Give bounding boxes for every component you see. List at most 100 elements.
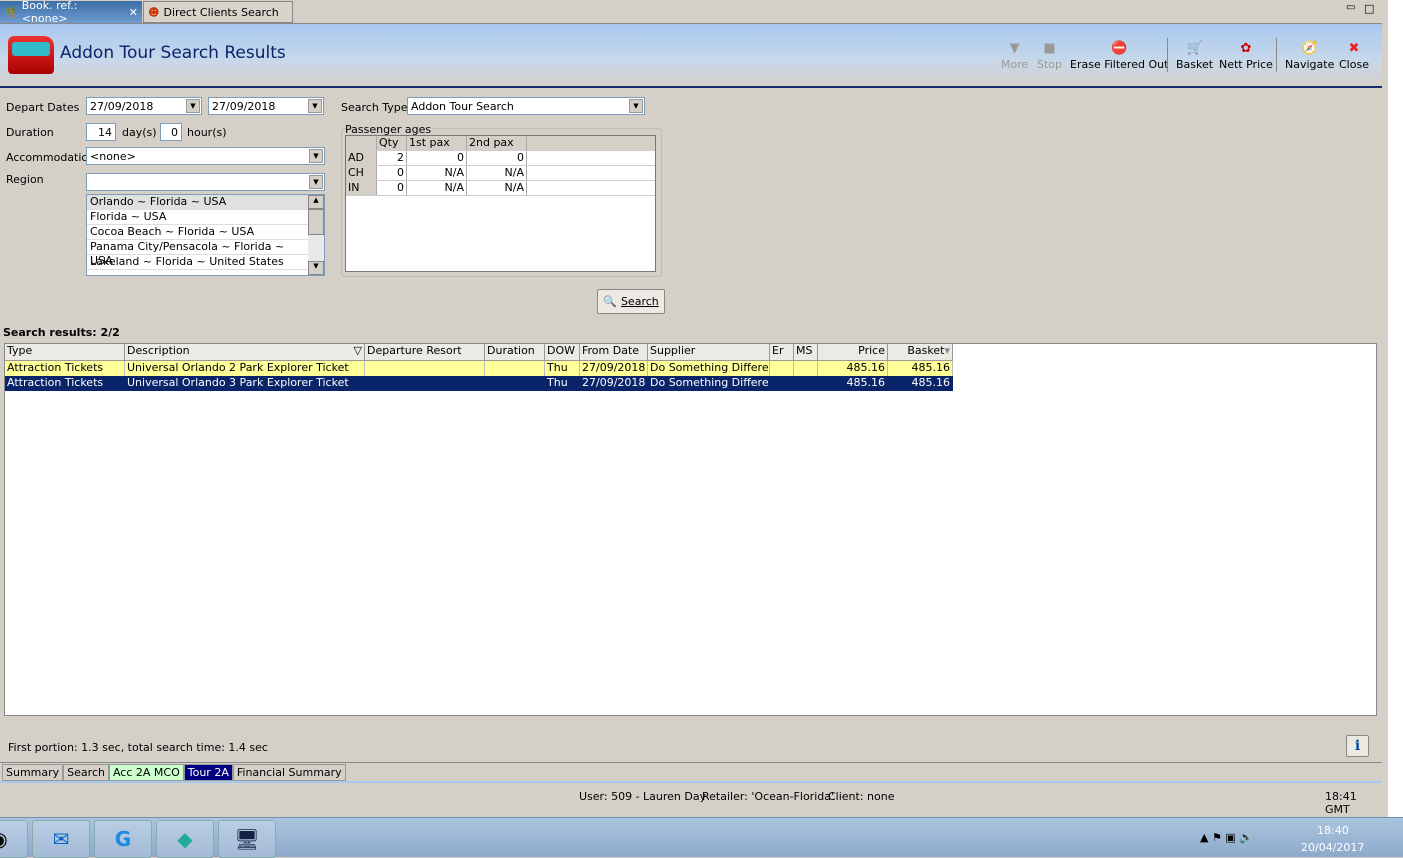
pax-row: CH 0 N/A N/A — [346, 166, 655, 181]
cell-er[interactable] — [770, 376, 794, 391]
cell-dow[interactable]: Thu — [545, 361, 580, 376]
table-header-row[interactable]: Type Description ▽ Departure Resort Duration… — [5, 344, 1376, 361]
restore-button[interactable]: □ — [1364, 2, 1374, 15]
cell-description[interactable]: Universal Orlando 3 Park Explorer Ticket — [125, 376, 365, 391]
search-type-select[interactable]: Addon Tour Search ▼ — [407, 97, 645, 115]
depart-from-field[interactable]: 27/09/2018 ▼ — [86, 97, 202, 115]
list-item[interactable]: Panama City/Pensacola ~ Florida ~ USA — [87, 240, 308, 267]
cell-ms[interactable]: MS — [794, 344, 818, 361]
cell-description[interactable]: Universal Orlando 2 Park Explorer Ticket — [125, 361, 365, 376]
cell-price[interactable]: 485.16 — [818, 376, 888, 391]
background-window — [1382, 0, 1403, 817]
cell-basket[interactable]: Basket▾ — [888, 344, 953, 361]
scroll-down-icon[interactable]: ▼ — [308, 261, 324, 275]
cell-duration[interactable]: Duration — [485, 344, 545, 361]
tray-icons[interactable]: ▲ ⚑ ▣ 🔊 — [1200, 831, 1253, 844]
dropdown-arrow-icon[interactable]: ▼ — [309, 149, 323, 163]
navigate-button[interactable]: 🧭 Navigate — [1285, 40, 1334, 71]
scroll-thumb[interactable] — [308, 209, 324, 235]
clock-time[interactable]: 18:40 — [1317, 824, 1349, 837]
list-item[interactable]: Cocoa Beach ~ Florida ~ USA — [87, 225, 308, 240]
dropdown-arrow-icon[interactable]: ▼ — [186, 99, 200, 113]
filter-icon[interactable]: ▽ — [354, 344, 362, 358]
app-g-icon[interactable]: G — [94, 820, 152, 858]
cell-supplier[interactable]: Do Something Different — [648, 376, 770, 391]
cell-ms[interactable] — [794, 376, 818, 391]
tab-acc-2a-mco[interactable]: Acc 2A MCO — [108, 764, 184, 781]
region-list-scrollbar[interactable]: ▲ ▼ — [308, 195, 324, 275]
list-item[interactable]: Orlando ~ Florida ~ USA — [87, 195, 308, 210]
cell-supplier[interactable]: Do Something Different — [648, 361, 770, 376]
tab-summary[interactable]: Summary — [2, 764, 64, 781]
remote-desktop-icon[interactable]: 🖥 — [218, 820, 276, 858]
tab-direct-clients-search[interactable]: ☻ Direct Clients Search — [143, 1, 293, 23]
app-layers-icon[interactable]: ◆ — [156, 820, 214, 858]
cell-duration[interactable] — [485, 361, 545, 376]
cell-er[interactable] — [770, 361, 794, 376]
toolbar-separator — [1276, 38, 1277, 72]
close-tab-icon[interactable]: ✕ — [129, 6, 138, 19]
cell-type[interactable]: Attraction Tickets — [5, 361, 125, 376]
info-button[interactable]: i — [1346, 735, 1369, 757]
dropdown-arrow-icon[interactable]: ▼ — [308, 99, 322, 113]
cell-dow[interactable]: Thu — [545, 376, 580, 391]
cell-duration[interactable] — [485, 376, 545, 391]
pax-row: IN 0 N/A N/A — [346, 181, 655, 196]
cell-price[interactable]: 485.16 — [818, 361, 888, 376]
cell-departure-resort[interactable] — [365, 376, 485, 391]
region-select[interactable]: ▼ — [86, 173, 325, 191]
cell-basket[interactable]: 485.16 — [888, 376, 953, 391]
search-results-count: Search results: 2/2 — [3, 326, 120, 339]
minimize-button[interactable]: ▭ — [1346, 2, 1355, 13]
more-button[interactable]: ▼ More — [1001, 40, 1028, 71]
bus-icon — [8, 36, 54, 74]
dropdown-arrow-icon[interactable]: ▼ — [309, 175, 323, 189]
cell-dow[interactable]: DOW — [545, 344, 580, 361]
hours-field[interactable]: 0 — [160, 123, 182, 141]
table-row[interactable]: Attraction Tickets Universal Orlando 2 Pa… — [5, 361, 1376, 376]
stop-button[interactable]: ■ Stop — [1037, 40, 1062, 71]
tab-search[interactable]: Search — [63, 764, 109, 781]
cell-from-date[interactable]: 27/09/2018 — [580, 376, 648, 391]
cell-supplier[interactable]: Supplier — [648, 344, 770, 361]
accommodation-select[interactable]: <none> ▼ — [86, 147, 325, 165]
list-item[interactable]: Lakeland ~ Florida ~ United States — [87, 255, 308, 270]
clock-date[interactable]: 20/04/2017 — [1301, 841, 1364, 854]
basket-button[interactable]: 🛒 Basket — [1176, 40, 1213, 71]
outlook-icon[interactable]: ✉ — [32, 820, 90, 858]
region-list[interactable]: Orlando ~ Florida ~ USA Florida ~ USA Co… — [86, 194, 325, 276]
cell-departure-resort[interactable]: Departure Resort — [365, 344, 485, 361]
status-retailer: Retailer: 'Ocean-Florida' — [702, 790, 834, 803]
cell-type[interactable]: Attraction Tickets — [5, 376, 125, 391]
tab-booking[interactable]: 🌴 Book. ref.: <none> ✕ — [0, 0, 142, 25]
days-field[interactable]: 14 — [86, 123, 116, 141]
tab-bar: 🌴 Book. ref.: <none> ✕ ☻ Direct Clients Sea… — [0, 0, 1382, 25]
list-item[interactable]: Florida ~ USA — [87, 210, 308, 225]
dropdown-arrow-icon[interactable]: ▼ — [629, 99, 643, 113]
tab-tour-2a[interactable]: Tour 2A — [183, 764, 233, 781]
cell-description[interactable]: Description ▽ — [125, 344, 365, 361]
cell-ms[interactable] — [794, 361, 818, 376]
close-button[interactable]: ✖ Close — [1339, 40, 1369, 71]
bin-erase-icon: ⛔ — [1111, 41, 1128, 56]
search-globe-icon: 🔍 — [603, 295, 617, 308]
hours-unit-label: hour(s) — [187, 126, 227, 139]
cell-basket[interactable]: 485.16 — [888, 361, 953, 376]
erase-filtered-out-button[interactable]: ⛔ Erase Filtered Out — [1070, 40, 1168, 71]
nett-price-button[interactable]: ✿ Nett Price — [1219, 40, 1273, 71]
chrome-icon[interactable]: ◉ — [0, 820, 28, 858]
cell-from-date[interactable]: 27/09/2018 — [580, 361, 648, 376]
search-button[interactable]: 🔍 Search — [597, 289, 665, 314]
bottom-tabs: Summary Search Acc 2A MCO Tour 2A Financ… — [2, 764, 346, 781]
cart-icon: 🛒 — [1186, 41, 1203, 56]
cell-from-date[interactable]: From Date — [580, 344, 648, 361]
table-row[interactable]: Attraction Tickets Universal Orlando 3 Pa… — [5, 376, 1376, 391]
cell-price[interactable]: Price — [818, 344, 888, 361]
scroll-up-icon[interactable]: ▲ — [308, 195, 324, 209]
cell-departure-resort[interactable] — [365, 361, 485, 376]
cell-er[interactable]: Er — [770, 344, 794, 361]
tab-financial-summary[interactable]: Financial Summary — [232, 764, 346, 781]
search-type-label: Search Type — [341, 101, 408, 114]
depart-to-field[interactable]: 27/09/2018 ▼ — [208, 97, 324, 115]
cell-type[interactable]: Type — [5, 344, 125, 361]
